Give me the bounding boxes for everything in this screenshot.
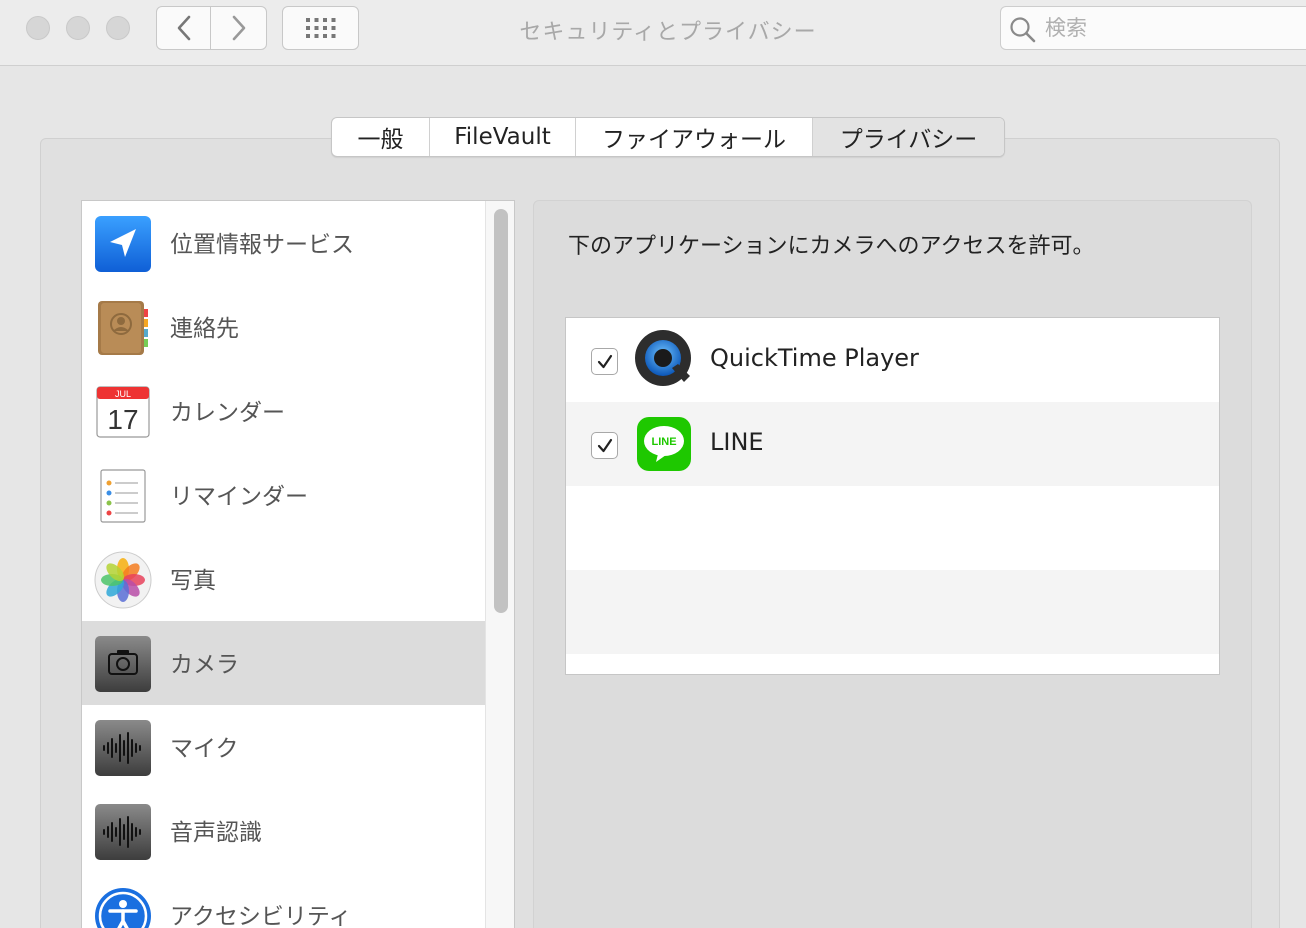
microphone-waveform-icon — [95, 720, 151, 776]
grid-icon — [305, 18, 335, 38]
sidebar-item-label: マイク — [170, 736, 239, 762]
sidebar-scrollbar[interactable] — [485, 201, 514, 928]
app-row-empty — [566, 570, 1219, 654]
tab-bar: 一般 FileVault ファイアウォール プライバシー — [331, 117, 1005, 157]
sidebar-item-calendar[interactable]: JUL 17 カレンダー — [82, 369, 485, 453]
calendar-icon: JUL 17 — [96, 386, 150, 438]
chevron-right-icon — [232, 15, 245, 41]
calendar-day-text: 17 — [107, 404, 138, 435]
app-row-quicktime[interactable]: QuickTime Player — [566, 318, 1219, 402]
sidebar-item-label: カレンダー — [170, 400, 285, 426]
search-field[interactable] — [1000, 6, 1306, 50]
sidebar-item-accessibility[interactable]: アクセシビリティ — [82, 873, 485, 928]
tab-general[interactable]: 一般 — [332, 118, 430, 156]
close-window-button[interactable] — [26, 16, 50, 40]
checkmark-icon — [597, 354, 612, 368]
back-button[interactable] — [156, 6, 211, 50]
sidebar-item-microphone[interactable]: マイク — [82, 705, 485, 789]
checkmark-icon — [597, 438, 612, 452]
privacy-service-list[interactable]: 位置情報サービス 連絡先 JUL 17 カレンダー リマインダー 写真 カメラ … — [81, 200, 515, 928]
calendar-month-text: JUL — [115, 389, 131, 399]
quicktime-checkbox[interactable] — [591, 348, 618, 375]
tab-filevault[interactable]: FileVault — [430, 118, 576, 156]
contacts-book-icon — [98, 301, 148, 355]
line-checkbox[interactable] — [591, 432, 618, 459]
window-title: セキュリティとプライバシー — [519, 20, 817, 45]
access-description: 下のアプリケーションにカメラへのアクセスを許可。 — [568, 234, 1095, 259]
sidebar-item-camera[interactable]: カメラ — [82, 621, 485, 705]
sidebar-item-photos[interactable]: 写真 — [82, 537, 485, 621]
speech-waveform-icon — [95, 804, 151, 860]
tab-privacy[interactable]: プライバシー — [813, 118, 1004, 156]
sidebar-item-reminders[interactable]: リマインダー — [82, 453, 485, 537]
line-app-icon: LINE — [637, 417, 691, 471]
sidebar-item-label: カメラ — [170, 652, 239, 678]
sidebar-item-label: 連絡先 — [170, 316, 239, 342]
sidebar-item-label: 写真 — [170, 568, 216, 594]
sidebar-item-contacts[interactable]: 連絡先 — [82, 285, 485, 369]
title-bar: セキュリティとプライバシー — [0, 0, 1306, 66]
sidebar-item-speech-recognition[interactable]: 音声認識 — [82, 789, 485, 873]
chevron-left-icon — [177, 15, 190, 41]
sidebar-item-location[interactable]: 位置情報サービス — [82, 201, 485, 285]
tab-firewall[interactable]: ファイアウォール — [576, 118, 813, 156]
reminders-icon — [100, 469, 146, 523]
camera-icon — [95, 636, 151, 692]
minimize-window-button[interactable] — [66, 16, 90, 40]
accessibility-icon — [95, 888, 151, 928]
forward-button[interactable] — [210, 6, 267, 50]
line-icon-text: LINE — [651, 436, 676, 448]
app-row-empty — [566, 486, 1219, 570]
app-permission-list[interactable]: QuickTime Player LINE LINE — [565, 317, 1220, 675]
search-icon — [1010, 17, 1036, 43]
search-input[interactable] — [1045, 13, 1305, 43]
show-all-button[interactable] — [282, 6, 359, 50]
app-row-line[interactable]: LINE LINE — [566, 402, 1219, 486]
location-arrow-icon — [95, 216, 151, 272]
zoom-window-button[interactable] — [106, 16, 130, 40]
quicktime-icon — [635, 330, 691, 386]
sidebar-item-label: 音声認識 — [170, 820, 262, 846]
sidebar-item-label: アクセシビリティ — [170, 904, 352, 928]
sidebar-item-label: 位置情報サービス — [170, 232, 354, 258]
app-name: QuickTime Player — [710, 344, 919, 372]
app-name: LINE — [710, 428, 764, 456]
scrollbar-thumb[interactable] — [494, 209, 508, 613]
photos-flower-icon — [94, 551, 152, 609]
sidebar-item-label: リマインダー — [170, 484, 308, 510]
